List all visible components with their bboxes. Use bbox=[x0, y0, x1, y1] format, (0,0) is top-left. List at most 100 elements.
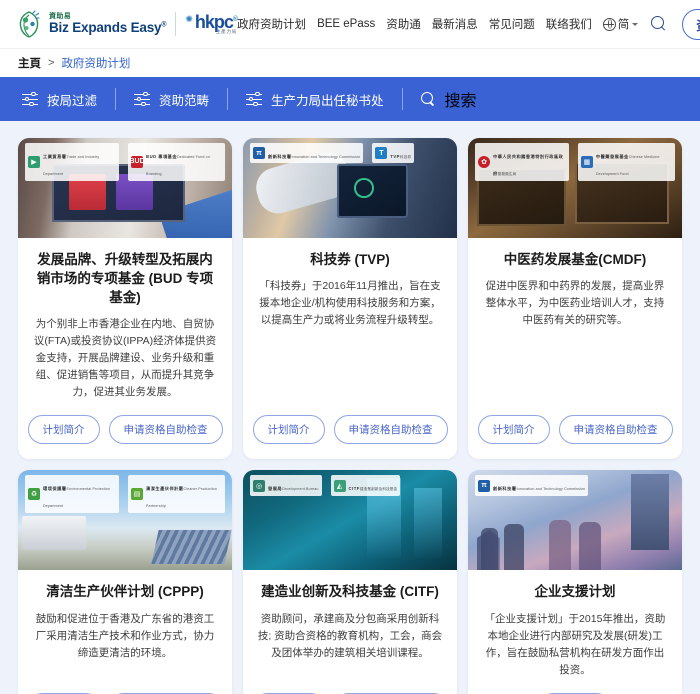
filter-search-label: 搜索 bbox=[444, 93, 477, 110]
scheme-card-tvp[interactable]: π 創新科技署Innovation and Technology Commiss… bbox=[243, 138, 457, 460]
scheme-card-ess[interactable]: π 創新科技署Innovation and Technology Commiss… bbox=[468, 470, 682, 694]
scheme-intro-button[interactable]: 计划简介 bbox=[27, 415, 100, 445]
card-body: 发展品牌、升级转型及拓展内销市场的专项基金 (BUD 专项基金) 为个别非上市香… bbox=[18, 238, 232, 401]
filter-divider bbox=[401, 88, 403, 110]
hksar-bauhinia-icon: ✿ bbox=[478, 155, 490, 168]
agency-logo: π 創新科技署Innovation and Technology Commiss… bbox=[250, 143, 364, 164]
fund-logo: ◭ CITF建造業創新及科技基金 bbox=[330, 475, 401, 496]
search-icon bbox=[420, 91, 436, 107]
nav-funding-hub[interactable]: 资助通 bbox=[386, 16, 421, 32]
brand-name-en: Biz Expands Easy® bbox=[49, 20, 167, 36]
card-actions: 计划简介 bbox=[468, 679, 682, 694]
agency-logo-title: 創新科技署 bbox=[493, 485, 517, 491]
agency-logo: ♻ 環境保護署Environmental Protection Departme… bbox=[25, 475, 119, 513]
filter-funding-scope[interactable]: 资助范畴 bbox=[134, 90, 227, 109]
card-image: ▶ 工業貿易署Trade and Industry Department BUD… bbox=[18, 138, 232, 238]
language-switcher[interactable]: 简 bbox=[602, 16, 639, 32]
nav-faq[interactable]: 常见问题 bbox=[489, 16, 535, 32]
devb-logo-icon: ◎ bbox=[253, 479, 265, 492]
sliders-icon bbox=[134, 91, 151, 107]
agency-logo-title: 工業貿易署 bbox=[43, 153, 67, 159]
scheme-intro-button[interactable]: 计划简介 bbox=[477, 415, 550, 445]
hkpc-spark-icon: ✺ bbox=[185, 14, 193, 25]
scheme-card-bud[interactable]: ▶ 工業貿易署Trade and Industry Department BUD… bbox=[18, 138, 232, 460]
nav-latest-news[interactable]: 最新消息 bbox=[432, 16, 478, 32]
card-description: 为个别非上市香港企业在内地、自贸协议(FTA)或投资协议(IPPA)经济体提供资… bbox=[33, 318, 217, 399]
nav-contact-us[interactable]: 联络我们 bbox=[546, 16, 592, 32]
brand-divider bbox=[175, 12, 177, 36]
brand-logo[interactable]: 資助易 Biz Expands Easy® bbox=[16, 10, 167, 38]
card-title: 发展品牌、升级转型及拓展内销市场的专项基金 (BUD 专项基金) bbox=[36, 252, 214, 306]
fund-logo-title: 中醫藥發展基金 bbox=[595, 153, 629, 159]
fund-logo-sub: 科技券 bbox=[399, 154, 412, 159]
card-body: 建造业创新及科技基金 (CITF) 资助顾问，承建商及分包商采用创新科技; 资助… bbox=[243, 570, 457, 678]
card-image: ♻ 環境保護署Environmental Protection Departme… bbox=[18, 470, 232, 571]
hkpc-logo[interactable]: ✺ hkpc® 生產力局 bbox=[185, 13, 238, 35]
fund-logo: ▦ 中醫藥發展基金Chinese Medicine Development Fu… bbox=[577, 143, 675, 181]
card-body: 中医药发展基金(CMDF) 促进中医界和中药界的发展，提高业界整体水平，为中医药… bbox=[468, 238, 682, 401]
scheme-intro-button[interactable]: 计划简介 bbox=[252, 415, 325, 445]
card-logo-row: ♻ 環境保護署Environmental Protection Departme… bbox=[25, 475, 225, 513]
cppp-logo-icon: ▤ bbox=[131, 488, 143, 501]
card-actions: 计划简介 申请资格自助检查 bbox=[468, 401, 682, 459]
fund-logo-title: BUD 專項基金 bbox=[146, 153, 178, 159]
filter-divider bbox=[115, 88, 117, 110]
filter-divider bbox=[227, 88, 229, 110]
card-image: π 創新科技署Innovation and Technology Commiss… bbox=[243, 138, 457, 238]
eligibility-check-button[interactable]: 申请资格自助检查 bbox=[108, 415, 223, 445]
card-title: 科技券 (TVP) bbox=[310, 252, 390, 267]
card-image: π 創新科技署Innovation and Technology Commiss… bbox=[468, 470, 682, 571]
search-icon[interactable] bbox=[651, 16, 667, 32]
eligibility-check-button[interactable]: 申请资格自助检查 bbox=[333, 415, 448, 445]
main-navigation: 政府资助计划 BEE ePass 资助通 最新消息 常见问题 联络我们 简 资助… bbox=[237, 8, 700, 40]
scheme-card-cppp[interactable]: ♻ 環境保護署Environmental Protection Departme… bbox=[18, 470, 232, 694]
sliders-icon bbox=[22, 91, 38, 107]
brand-name-cn: 資助易 bbox=[49, 13, 72, 21]
card-description: 鼓励和促进位于香港及广东省的港资工厂采用清洁生产技术和作业方式，协力缔造更清洁的… bbox=[35, 612, 215, 659]
agency-logo-title: 發展局 bbox=[268, 485, 283, 491]
site-header: 資助易 Biz Expands Easy® ✺ hkpc® 生產力局 政府资助计… bbox=[0, 0, 700, 48]
card-description: 资助顾问，承建商及分包商采用创新科技; 资助合资格的教育机构，工会，商会及团体举… bbox=[257, 612, 443, 659]
fund-logo-title: CITF bbox=[348, 485, 360, 491]
eligibility-check-button[interactable]: 申请资格自助检查 bbox=[558, 415, 673, 445]
card-actions: 计划简介 申请资格自助检查 bbox=[243, 679, 457, 694]
filter-funding-scope-label: 资助范畴 bbox=[159, 93, 210, 108]
card-image: ◎ 發展局Development Bureau ◭ CITF建造業創新及科技基金 bbox=[243, 470, 457, 571]
agency-logo-sub: Innovation and Technology Commission bbox=[291, 154, 361, 159]
fund-logo-sub: 建造業創新及科技基金 bbox=[359, 486, 398, 491]
chevron-down-icon bbox=[632, 22, 639, 26]
agency-logo-sub: Development Bureau bbox=[282, 486, 319, 491]
scheme-card-citf[interactable]: ◎ 發展局Development Bureau ◭ CITF建造業創新及科技基金… bbox=[243, 470, 457, 694]
agency-logo-title: 創新科技署 bbox=[268, 153, 292, 159]
card-image: ✿ 中華人民共和國香港特別行政區政府醫務衞生局 ▦ 中醫藥發展基金Chinese… bbox=[468, 138, 682, 238]
agency-logo-sub: Innovation and Technology Commission bbox=[516, 486, 586, 491]
filter-by-bureau[interactable]: 按局过滤 bbox=[22, 90, 115, 109]
filter-hkpc-secretariat[interactable]: 生产力局出任秘书处 bbox=[246, 90, 402, 109]
filter-search[interactable]: 搜索 bbox=[420, 87, 477, 111]
card-title: 企业支援计划 bbox=[534, 584, 616, 600]
breadcrumb-separator: > bbox=[48, 57, 55, 69]
nav-government-funding[interactable]: 政府资助计划 bbox=[237, 16, 306, 32]
itc-logo-icon: π bbox=[253, 147, 265, 160]
sliders-icon bbox=[246, 91, 263, 107]
card-description: 「企业支援计划」于2015年推出，资助本地企业进行内部研究及发展(研发)工作，旨… bbox=[484, 612, 666, 676]
funding-scheme-grid: ▶ 工業貿易署Trade and Industry Department BUD… bbox=[0, 121, 700, 694]
breadcrumb: 主頁 > 政府资助计划 bbox=[0, 48, 700, 77]
scheme-card-cmdf[interactable]: ✿ 中華人民共和國香港特別行政區政府醫務衞生局 ▦ 中醫藥發展基金Chinese… bbox=[468, 138, 682, 460]
agency-logo-title: 環境保護署 bbox=[43, 485, 67, 491]
card-actions: 计划简介 申请资格自助检查 bbox=[243, 401, 457, 459]
card-actions: 计划简介 申请资格自助检查 bbox=[18, 401, 232, 459]
login-button[interactable]: 资助通登入 bbox=[682, 8, 700, 40]
card-title: 清洁生产伙伴计划 (CPPP) bbox=[46, 584, 204, 600]
fund-logo-title: TVP bbox=[390, 153, 400, 159]
breadcrumb-home[interactable]: 主頁 bbox=[18, 55, 41, 71]
cmdf-logo-icon: ▦ bbox=[580, 155, 593, 168]
epd-logo-icon: ♻ bbox=[28, 488, 40, 501]
breadcrumb-current[interactable]: 政府资助计划 bbox=[61, 55, 130, 71]
nav-bee-epass[interactable]: BEE ePass bbox=[317, 18, 375, 30]
agency-logo: ▶ 工業貿易署Trade and Industry Department bbox=[25, 143, 120, 181]
filter-by-bureau-label: 按局过滤 bbox=[47, 93, 98, 108]
card-description: 「科技券」于2016年11月推出，旨在支援本地企业/机构使用科技服务和方案，以提… bbox=[259, 280, 441, 327]
language-label: 简 bbox=[617, 19, 630, 31]
agency-logo: π 創新科技署Innovation and Technology Commiss… bbox=[475, 475, 589, 496]
